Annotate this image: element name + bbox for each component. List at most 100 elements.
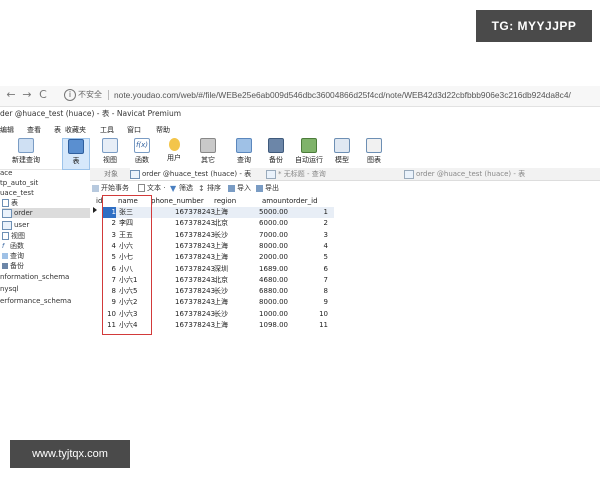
tree-label: 表 [11,199,18,207]
text-button[interactable]: 文本 · [138,182,165,194]
tree-db-mysql[interactable]: nysql [0,284,19,294]
export-button[interactable]: 导出 [256,182,279,194]
menu-window[interactable]: 窗口 [127,124,141,136]
cell-phone-number[interactable]: 167378243 [175,297,215,308]
cell-amount[interactable]: 6880.00 [259,286,288,297]
tree-connection-ace[interactable]: ace [0,168,12,178]
cell-order-id[interactable]: 6 [324,264,328,275]
column-header-amount[interactable]: amount [262,196,289,206]
view-button[interactable]: 视图 [98,138,122,168]
cell-phone-number[interactable]: 167378243 [175,207,215,218]
cell-amount[interactable]: 2000.00 [259,252,288,263]
tree-db-performance-schema[interactable]: erformance_schema [0,296,71,306]
cell-amount[interactable]: 7000.00 [259,230,288,241]
tree-views-folder[interactable]: 视图 [2,231,25,241]
chart-label: 图表 [367,156,381,164]
column-header-order-id[interactable]: order_id [289,196,318,206]
function-button[interactable]: f(x) 函数 [130,138,154,168]
cell-region[interactable]: 北京 [214,218,228,229]
cell-phone-number[interactable]: 167378243 [175,264,215,275]
cell-phone-number[interactable]: 167378243 [175,230,215,241]
new-query-button[interactable]: 新建查询 [8,138,44,168]
tree-queries-folder[interactable]: 查询 [2,251,24,261]
cell-phone-number[interactable]: 167378243 [175,309,215,320]
cell-amount[interactable]: 8000.00 [259,241,288,252]
begin-transaction-label: 开始事务 [101,184,129,192]
cell-order-id[interactable]: 11 [319,320,328,331]
tree-tables-folder[interactable]: 表 [2,198,18,208]
cell-amount[interactable]: 6000.00 [259,218,288,229]
cell-phone-number[interactable]: 167378243 [175,286,215,297]
tree-db-huace-test[interactable]: uace_test [0,188,34,198]
import-button[interactable]: 导入 [228,182,251,194]
cell-order-id[interactable]: 10 [319,309,328,320]
tab-objects[interactable]: 对象 [104,168,118,180]
cell-order-id[interactable]: 9 [324,297,328,308]
menu-table[interactable]: 表 [54,124,61,136]
cell-phone-number[interactable]: 167378243 [175,320,215,331]
sort-button[interactable]: ↕ 排序 [198,182,221,194]
menu-edit[interactable]: 编辑 [0,124,14,136]
cell-amount[interactable]: 1098.00 [259,320,288,331]
url-field[interactable]: note.youdao.com/web/#/file/WEBe25e6ab009… [114,88,571,102]
cell-region[interactable]: 上海 [214,241,228,252]
menu-view[interactable]: 查看 [27,124,41,136]
model-button[interactable]: 模型 [330,138,354,168]
cell-region[interactable]: 上海 [214,207,228,218]
tree-functions-folder[interactable]: f 函数 [2,241,24,251]
menu-tools[interactable]: 工具 [100,124,114,136]
filter-button[interactable]: ▼ 筛选 [170,182,193,194]
cell-amount[interactable]: 1689.00 [259,264,288,275]
tree-db-information-schema[interactable]: nformation_schema [0,272,69,282]
cell-amount[interactable]: 4680.00 [259,275,288,286]
tree-backups-folder[interactable]: 备份 [2,261,24,271]
column-header-region[interactable]: region [214,196,236,206]
cell-region[interactable]: 上海 [214,297,228,308]
menu-favorites[interactable]: 收藏夹 [65,124,86,136]
auto-run-button[interactable]: 自动运行 [294,138,324,168]
other-button[interactable]: 其它 [196,138,220,168]
cell-amount[interactable]: 1000.00 [259,309,288,320]
info-icon[interactable]: i [64,89,76,101]
cell-order-id[interactable]: 8 [324,286,328,297]
reload-icon[interactable]: C [36,88,50,102]
user-label: 用户 [167,154,181,162]
begin-transaction-button[interactable]: 开始事务 [92,182,129,194]
chart-button[interactable]: 图表 [362,138,386,168]
cell-order-id[interactable]: 4 [324,241,328,252]
cell-order-id[interactable]: 3 [324,230,328,241]
divider [108,90,109,100]
table-button[interactable]: 表 [62,138,90,170]
tab-untitled-query[interactable]: * 无标题 - 查询 [266,168,326,180]
cell-region[interactable]: 长沙 [214,230,228,241]
tab-order-table-2[interactable]: order @huace_test (huace) - 表 [404,168,525,180]
menu-help[interactable]: 帮助 [156,124,170,136]
cell-region[interactable]: 上海 [214,320,228,331]
backup-button[interactable]: 备份 [264,138,288,168]
user-button[interactable]: 用户 [162,138,186,168]
column-header-phone-number[interactable]: phone_number [151,196,204,206]
cell-amount[interactable]: 5000.00 [259,207,288,218]
cell-region[interactable]: 深圳 [214,264,228,275]
cell-order-id[interactable]: 1 [324,207,328,218]
cell-order-id[interactable]: 5 [324,252,328,263]
cell-order-id[interactable]: 2 [324,218,328,229]
cell-phone-number[interactable]: 167378243 [175,218,215,229]
cell-region[interactable]: 北京 [214,275,228,286]
cell-region[interactable]: 长沙 [214,286,228,297]
tree-table-user[interactable]: user [2,220,29,230]
tree-table-order[interactable]: order [2,208,90,218]
query-button[interactable]: 查询 [232,138,256,168]
forward-icon[interactable]: → [20,88,34,102]
cell-phone-number[interactable]: 167378243 [175,275,215,286]
back-icon[interactable]: ← [4,88,18,102]
tree-db-tp-auto-sit[interactable]: tp_auto_sit [0,178,38,188]
tab-order-table[interactable]: order @huace_test (huace) - 表 [130,168,251,180]
cell-region[interactable]: 上海 [214,252,228,263]
cell-order-id[interactable]: 7 [324,275,328,286]
table-icon [2,208,12,218]
cell-phone-number[interactable]: 167378243 [175,252,215,263]
cell-region[interactable]: 长沙 [214,309,228,320]
cell-amount[interactable]: 8000.00 [259,297,288,308]
cell-phone-number[interactable]: 167378243 [175,241,215,252]
